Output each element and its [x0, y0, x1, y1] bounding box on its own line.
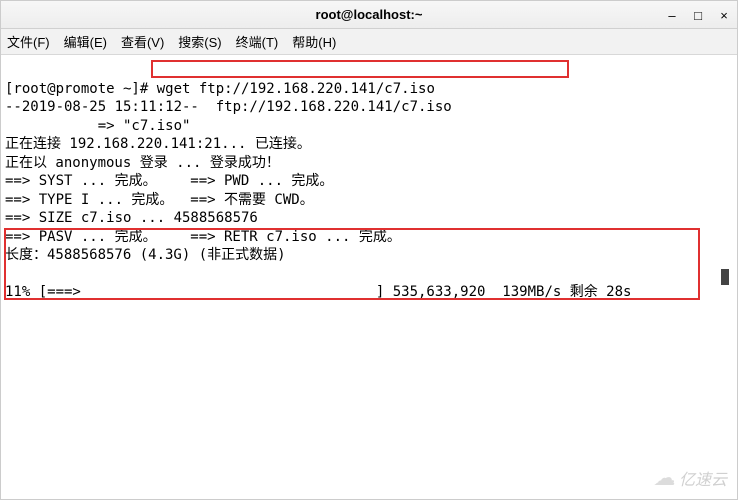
output-line: ==> PASV ... 完成。 ==> RETR c7.iso ... 完成。 — [5, 229, 401, 245]
output-line: ==> SYST ... 完成。 ==> PWD ... 完成。 — [5, 173, 333, 189]
prompt: [root@promote ~]# — [5, 81, 157, 97]
terminal-output[interactable]: [root@promote ~]# wget ftp://192.168.220… — [1, 55, 737, 326]
close-button[interactable]: × — [717, 8, 731, 22]
menu-search[interactable]: 搜索(S) — [178, 32, 221, 51]
maximize-button[interactable]: □ — [691, 8, 705, 22]
menu-terminal[interactable]: 终端(T) — [236, 32, 279, 51]
menu-help[interactable]: 帮助(H) — [292, 32, 336, 51]
progress-line: 11% [===> ] 535,633,920 139MB/s 剩余 28s — [5, 284, 631, 300]
titlebar: root@localhost:~ – □ × — [1, 1, 737, 29]
output-line: 长度：4588568576 (4.3G) (非正式数据) — [5, 247, 286, 263]
output-line: => "c7.iso" — [5, 118, 190, 134]
cloud-icon: ☁ — [653, 465, 675, 491]
window-controls: – □ × — [665, 1, 731, 29]
watermark-text: 亿速云 — [679, 466, 727, 490]
output-line: ==> SIZE c7.iso ... 4588568576 — [5, 210, 258, 226]
output-line: --2019-08-25 15:11:12-- ftp://192.168.22… — [5, 99, 452, 115]
terminal-window: root@localhost:~ – □ × 文件(F) 编辑(E) 查看(V)… — [0, 0, 738, 500]
command: wget ftp://192.168.220.141/c7.iso — [157, 81, 435, 97]
menu-file[interactable]: 文件(F) — [7, 32, 50, 51]
output-line: 正在连接 192.168.220.141:21... 已连接。 — [5, 136, 311, 152]
scrollbar-thumb[interactable] — [721, 269, 729, 285]
window-title: root@localhost:~ — [316, 7, 423, 22]
minimize-button[interactable]: – — [665, 8, 679, 22]
menubar: 文件(F) 编辑(E) 查看(V) 搜索(S) 终端(T) 帮助(H) — [1, 29, 737, 55]
output-line: ==> TYPE I ... 完成。 ==> 不需要 CWD。 — [5, 192, 314, 208]
watermark: ☁ 亿速云 — [653, 465, 727, 491]
menu-edit[interactable]: 编辑(E) — [64, 32, 107, 51]
output-line: 正在以 anonymous 登录 ... 登录成功！ — [5, 155, 280, 171]
menu-view[interactable]: 查看(V) — [121, 32, 164, 51]
